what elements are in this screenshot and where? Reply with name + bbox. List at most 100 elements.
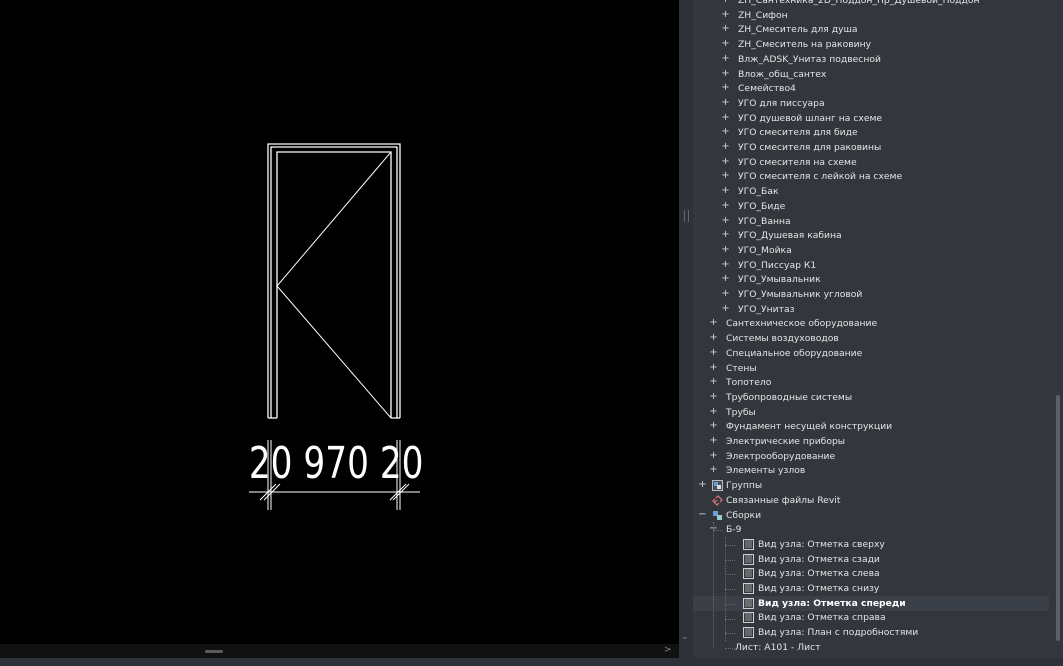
expand-icon[interactable]: +	[721, 0, 730, 7]
expand-icon[interactable]: +	[721, 96, 730, 110]
tree-row-label: Б-9	[726, 524, 742, 536]
tree-row[interactable]: + УГО смесителя на схеме	[693, 155, 1049, 170]
tree-row[interactable]: + УГО смесителя с лейкой на схеме	[693, 169, 1049, 184]
expand-icon[interactable]: +	[721, 67, 730, 81]
expand-icon[interactable]: +	[721, 111, 730, 125]
tree-row[interactable]: Вид узла: Отметка слева	[693, 566, 1049, 581]
expand-icon[interactable]: +	[709, 419, 718, 433]
link-icon	[712, 494, 723, 506]
tree-row-label: Связанные файлы Revit	[726, 494, 841, 506]
tree-row[interactable]: + УГО_Писсуар К1	[693, 258, 1049, 273]
tree-row[interactable]: Вид узла: План с подробностями	[693, 625, 1049, 640]
expand-icon[interactable]: +	[721, 214, 730, 228]
tree-row[interactable]: + Стены	[693, 361, 1049, 376]
tree-row[interactable]: + УГО_Умывальник угловой	[693, 287, 1049, 302]
tree-row[interactable]: + УГО_Умывальник	[693, 272, 1049, 287]
expand-icon[interactable]: +	[709, 434, 718, 448]
status-bar	[0, 658, 1063, 666]
tree-row[interactable]: + Топотело	[693, 375, 1049, 390]
tree-row[interactable]: + УГО смесителя для биде	[693, 125, 1049, 140]
tree-row[interactable]: + ZH_Смеситель на раковину	[693, 37, 1049, 52]
tree-row[interactable]: + Электрические приборы	[693, 434, 1049, 449]
horizontal-scroll-thumb[interactable]	[205, 650, 223, 653]
tree-row[interactable]: + УГО_Бак	[693, 184, 1049, 199]
dimension-text-middle: 970	[303, 438, 368, 489]
tree-row[interactable]: + ZH_Сифон	[693, 8, 1049, 23]
tree-row[interactable]: + УГО для писсуара	[693, 96, 1049, 111]
expand-icon[interactable]: +	[698, 478, 707, 492]
tree-row[interactable]: + УГО смесителя для раковины	[693, 140, 1049, 155]
expand-icon[interactable]: +	[709, 449, 718, 463]
door-frame-inner	[270, 146, 398, 418]
drawing-canvas[interactable]: 20 970 20	[0, 0, 679, 644]
tree-row[interactable]: + УГО_Унитаз	[693, 302, 1049, 317]
vertical-scroll-thumb[interactable]	[1056, 395, 1060, 641]
tree-row[interactable]: + Системы воздуховодов	[693, 331, 1049, 346]
panel-splitter[interactable]	[679, 0, 693, 658]
horizontal-scrollbar[interactable]	[0, 644, 679, 658]
tree-row[interactable]: + Электрооборудование	[693, 449, 1049, 464]
tree-row[interactable]: + Трубы	[693, 405, 1049, 420]
tree-row[interactable]: − Сборки	[693, 508, 1049, 523]
expand-icon[interactable]: +	[709, 390, 718, 404]
tree-row-label: Лист: А101 - Лист	[735, 641, 821, 653]
expand-icon[interactable]: +	[721, 52, 730, 66]
collapse-icon[interactable]: −	[698, 508, 707, 522]
expand-icon[interactable]: +	[709, 331, 718, 345]
splitter-grip-icon[interactable]	[684, 210, 689, 222]
expand-icon[interactable]: +	[709, 361, 718, 375]
view-icon	[743, 612, 754, 624]
vertical-scrollbar[interactable]	[1053, 0, 1063, 658]
expand-icon[interactable]: +	[721, 272, 730, 286]
expand-icon[interactable]: +	[721, 81, 730, 95]
tree-row[interactable]: + Семейство4	[693, 81, 1049, 96]
tree-row[interactable]: + Специальное оборудование	[693, 346, 1049, 361]
chevron-down-icon[interactable]: ⌄	[681, 632, 689, 642]
expand-icon[interactable]: +	[721, 258, 730, 272]
tree-row[interactable]: + Группы	[693, 478, 1049, 493]
expand-icon[interactable]: +	[721, 140, 730, 154]
expand-icon[interactable]: +	[721, 228, 730, 242]
expand-icon[interactable]: +	[709, 316, 718, 330]
tree-row-label: Сантехническое оборудование	[726, 318, 878, 330]
expand-icon[interactable]: +	[721, 22, 730, 36]
tree-row[interactable]: Связанные файлы Revit	[693, 493, 1049, 508]
tree-row[interactable]: + УГО_Биде	[693, 199, 1049, 214]
tree-row[interactable]: − Б-9	[693, 522, 1049, 537]
expand-icon[interactable]: +	[709, 463, 718, 477]
tree-row[interactable]: + Влж_ADSK_Унитаз подвесной	[693, 52, 1049, 67]
expand-icon[interactable]: +	[721, 37, 730, 51]
tree-row[interactable]: + Элементы узлов	[693, 463, 1049, 478]
tree-row[interactable]: + УГО_Душевая кабина	[693, 228, 1049, 243]
tree-row[interactable]: + ZH_Смеситель для душа	[693, 22, 1049, 37]
tree-row[interactable]: + УГО_Ванна	[693, 214, 1049, 229]
expand-icon[interactable]: +	[721, 155, 730, 169]
tree-row[interactable]: + Трубопроводные системы	[693, 390, 1049, 405]
expand-icon[interactable]: +	[721, 302, 730, 316]
tree-row[interactable]: + Фундамент несущей конструкции	[693, 419, 1049, 434]
expand-icon[interactable]: +	[709, 375, 718, 389]
expand-icon[interactable]: +	[721, 199, 730, 213]
tree-row-label: УГО_Душевая кабина	[738, 230, 842, 242]
tree-row[interactable]: + Сантехническое оборудование	[693, 316, 1049, 331]
tree-row[interactable]: + Влож_общ_сантех	[693, 67, 1049, 82]
tree-row-label: ZH_Смеситель на раковину	[738, 39, 872, 51]
expand-icon[interactable]: +	[721, 8, 730, 22]
expand-icon[interactable]: +	[721, 169, 730, 183]
expand-icon[interactable]: +	[709, 405, 718, 419]
expand-icon[interactable]: +	[721, 287, 730, 301]
expand-icon[interactable]: +	[721, 243, 730, 257]
tree-row-label: Специальное оборудование	[726, 347, 863, 359]
tree-row[interactable]: Вид узла: Отметка сверху	[693, 537, 1049, 552]
tree-row[interactable]: Лист: А101 - Лист	[693, 640, 1049, 655]
tree-row[interactable]: Вид узла: Отметка сзади	[693, 552, 1049, 567]
tree-row[interactable]: + УГО душевой шланг на схеме	[693, 111, 1049, 126]
expand-icon[interactable]: +	[721, 184, 730, 198]
tree-row[interactable]: Вид узла: Отметка снизу	[693, 581, 1049, 596]
expand-icon[interactable]: +	[709, 346, 718, 360]
expand-icon[interactable]: +	[721, 125, 730, 139]
tree-row[interactable]: + УГО_Мойка	[693, 243, 1049, 258]
tree-row[interactable]: Вид узла: Отметка спереди	[693, 595, 1049, 611]
scroll-right-icon[interactable]: >	[664, 645, 672, 655]
tree-row[interactable]: Вид узла: Отметка справа	[693, 610, 1049, 625]
